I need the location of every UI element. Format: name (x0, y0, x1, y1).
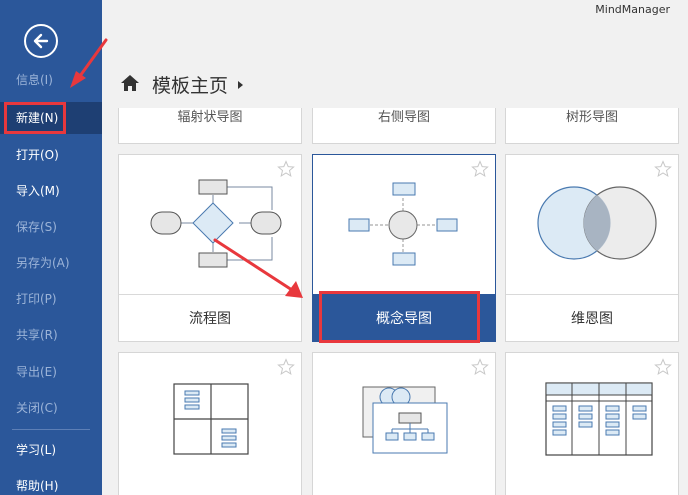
annotation-arrows (70, 38, 303, 298)
